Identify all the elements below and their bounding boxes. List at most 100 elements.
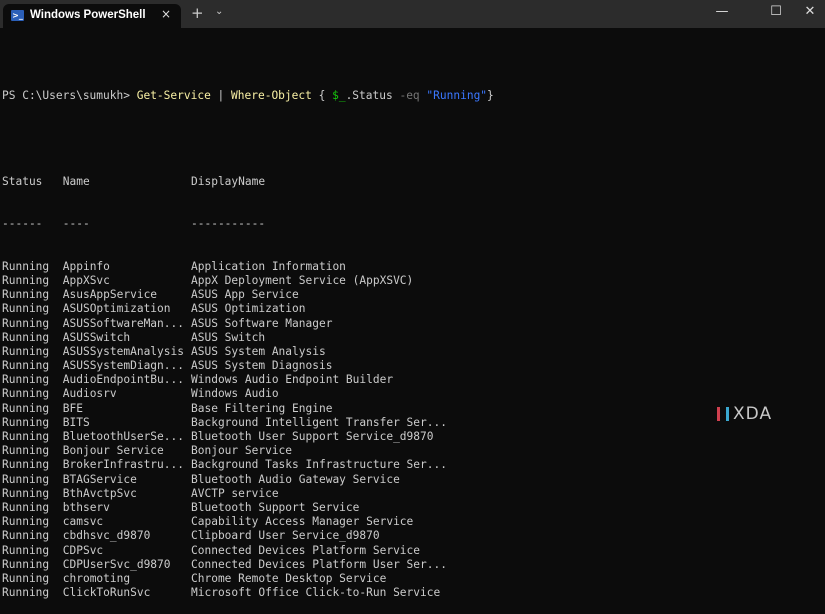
brace-open: {: [311, 89, 333, 103]
cell-name: chromoting: [62, 571, 131, 585]
cell-name: ASUSSystemAnalysis: [62, 344, 184, 358]
header-underline: ------ ---- -----------: [2, 217, 494, 231]
cell-name: Appinfo: [62, 259, 110, 273]
close-tab-icon[interactable]: ×: [161, 7, 171, 21]
cell-status: Running: [2, 529, 50, 543]
pipeline-variable: $_: [332, 89, 346, 103]
table-row: Running AppXSvc AppX Deployment Service (A…: [2, 274, 494, 288]
chevron-down-icon[interactable]: ⌄: [215, 6, 223, 17]
cell-status: Running: [2, 543, 50, 557]
cell-name: ASUSSystemDiagn...: [62, 359, 184, 373]
table-row: Running Audiosrv Windows Audio: [2, 387, 494, 401]
cell-displayname: ASUS Software Manager: [191, 316, 333, 330]
cell-status: Running: [2, 288, 50, 302]
table-row: Running ASUSSwitch ASUS Switch: [2, 331, 494, 345]
cell-status: Running: [2, 500, 50, 514]
cell-status: Running: [2, 302, 50, 316]
underline-name: ----: [62, 217, 90, 231]
header-name: Name: [62, 174, 90, 188]
cell-displayname: Chrome Remote Desktop Service: [191, 571, 387, 585]
xda-watermark: XDA: [717, 404, 772, 424]
cell-name: CDPUserSvc_d9870: [62, 557, 171, 571]
cell-status: Running: [2, 316, 50, 330]
cell-status: Running: [2, 586, 50, 600]
cell-displayname: Background Tasks Infrastructure Ser...: [191, 458, 447, 472]
close-window-button[interactable]: ✕: [790, 4, 825, 19]
cell-displayname: Bluetooth User Support Service_d9870: [191, 430, 434, 444]
table-row: Running AudioEndpointBu... Windows Audio E…: [2, 373, 494, 387]
cell-status: Running: [2, 472, 50, 486]
property: .Status: [345, 89, 400, 103]
cell-displayname: Clipboard User Service_d9870: [191, 529, 380, 543]
cell-name: ASUSSoftwareMan...: [62, 316, 184, 330]
table-row: Running ASUSSoftwareMan... ASUS Software M…: [2, 317, 494, 331]
table-row: Running ClickToRunSvc Microsoft Office Cli…: [2, 586, 494, 600]
cell-displayname: Windows Audio Endpoint Builder: [191, 373, 394, 387]
cell-displayname: Bluetooth Support Service: [191, 500, 360, 514]
cell-displayname: ASUS Optimization: [191, 302, 306, 316]
cell-status: Running: [2, 359, 50, 373]
pipe: |: [210, 89, 232, 103]
cell-name: CDPSvc: [62, 543, 104, 557]
table-row: Running CDPUserSvc_d9870 Connected Devices…: [2, 558, 494, 572]
new-tab-button[interactable]: +: [191, 4, 204, 22]
cell-displayname: Background Intelligent Transfer Ser...: [191, 415, 447, 429]
cell-status: Running: [2, 273, 50, 287]
cell-status: Running: [2, 430, 50, 444]
header-status: Status: [2, 174, 43, 188]
underline-status: ------: [2, 217, 43, 231]
table-row: Running chromoting Chrome Remote Desktop S…: [2, 572, 494, 586]
cell-name: cbdhsvc_d9870: [62, 529, 151, 543]
minimize-button[interactable]: —: [702, 4, 742, 19]
cell-status: Running: [2, 486, 50, 500]
cell-displayname: Connected Devices Platform Service: [191, 543, 421, 557]
cell-name: camsvc: [62, 515, 104, 529]
title-bar: >_ Windows PowerShell × + ⌄ — ☐ ✕: [0, 0, 825, 28]
table-row: Running BFE Base Filtering Engine: [2, 402, 494, 416]
cell-name: ASUSOptimization: [62, 302, 171, 316]
powershell-icon: >_: [11, 10, 24, 21]
cell-displayname: Bonjour Service: [191, 444, 293, 458]
cell-name: Audiosrv: [62, 387, 117, 401]
table-row: Running ASUSOptimization ASUS Optimization: [2, 302, 494, 316]
cell-name: Bonjour Service: [62, 444, 164, 458]
cell-name: bthserv: [62, 500, 110, 514]
cmdlet: Get-Service: [136, 89, 211, 103]
cell-name: BFE: [62, 401, 83, 415]
cell-status: Running: [2, 444, 50, 458]
cell-status: Running: [2, 557, 50, 571]
table-row: Running camsvc Capability Access Manager S…: [2, 515, 494, 529]
cell-status: Running: [2, 401, 50, 415]
cell-status: Running: [2, 387, 50, 401]
terminal-output[interactable]: PS C:\Users\sumukh> Get-Service | Where-…: [2, 61, 494, 614]
cell-displayname: Application Information: [191, 259, 346, 273]
cell-status: Running: [2, 344, 50, 358]
cell-displayname: Bluetooth Audio Gateway Service: [191, 472, 400, 486]
cell-displayname: ASUS App Service: [191, 288, 299, 302]
table-row: Running AsusAppService ASUS App Service: [2, 288, 494, 302]
tab-windows-powershell[interactable]: >_ Windows PowerShell ×: [3, 4, 181, 28]
table-header: Status Name DisplayName: [2, 175, 494, 189]
table-row: Running BTAGService Bluetooth Audio Gatewa…: [2, 473, 494, 487]
operator: -eq: [399, 89, 420, 103]
cell-displayname: Connected Devices Platform User Ser...: [191, 557, 447, 571]
prompt: PS C:\Users\sumukh>: [2, 89, 137, 103]
header-displayname: DisplayName: [191, 174, 266, 188]
table-row: Running BluetoothUserSe... Bluetooth User …: [2, 430, 494, 444]
xda-text: XDA: [733, 404, 773, 424]
cell-status: Running: [2, 515, 50, 529]
cell-status: Running: [2, 373, 50, 387]
table-row: Running ASUSSystemDiagn... ASUS System Dia…: [2, 359, 494, 373]
cell-displayname: ASUS Switch: [191, 330, 266, 344]
cell-displayname: Capability Access Manager Service: [191, 515, 414, 529]
cell-displayname: Base Filtering Engine: [191, 401, 333, 415]
cell-name: BthAvctpSvc: [62, 486, 137, 500]
cell-name: BITS: [62, 415, 90, 429]
brace-close: }: [487, 89, 494, 103]
cell-displayname: Microsoft Office Click-to-Run Service: [191, 586, 441, 600]
table-row: Running CDPSvc Connected Devices Platform …: [2, 544, 494, 558]
cell-status: Running: [2, 415, 50, 429]
cell-name: AsusAppService: [62, 288, 158, 302]
cell-name: AudioEndpointBu...: [62, 373, 184, 387]
table-row: Running Bonjour Service Bonjour Service: [2, 444, 494, 458]
